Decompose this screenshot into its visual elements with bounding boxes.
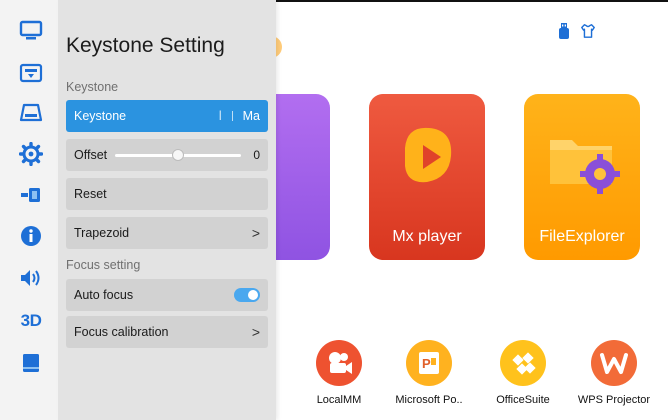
dock-label-wps-projector: WPS Projector [577,394,651,406]
keystone-row-label: Keystone [74,109,127,123]
offset-label: Offset [74,148,108,162]
book-icon[interactable] [18,350,44,376]
keystone-mode-right: Ma [242,109,260,123]
input-source-icon[interactable] [18,100,44,126]
auto-focus-label: Auto focus [74,288,134,302]
trapezoid-label: Trapezoid [74,226,130,240]
projector-icon[interactable] [18,60,44,86]
panel-title: Keystone Setting [66,34,225,57]
tile-label: FileExplorer [539,228,625,245]
offset-slider-knob[interactable] [172,148,185,161]
dock-label-localmm: LocalMM [316,394,362,406]
mx-player-icon [405,127,452,183]
offset-slider[interactable] [115,148,242,161]
keystone-mode-left: l [218,109,222,123]
keystone-setting-panel: Keystone Setting Keystone Keystone l Ma … [58,0,276,420]
connect-icon[interactable] [18,182,44,208]
mode-separator [231,111,233,121]
shirt-icon [581,24,595,38]
offset-value: 0 [253,148,260,162]
usb-icon [559,23,569,39]
section-label-keystone: Keystone [66,80,119,94]
left-rail: 3D [0,0,58,420]
dock-label-powerpoint: Microsoft Po.. [395,394,463,406]
dock-label-officesuite: OfficeSuite [496,394,550,406]
auto-focus-toggle[interactable] [234,288,260,302]
svg-text:P: P [422,356,431,371]
focus-calibration-row[interactable]: Focus calibration > [66,316,268,348]
keystone-mode-row[interactable]: Keystone l Ma [66,100,268,132]
offset-row[interactable]: Offset 0 [66,139,268,171]
trapezoid-row[interactable]: Trapezoid > [66,217,268,249]
status-bar [556,22,596,40]
volume-icon[interactable] [18,265,44,291]
wps-projector-icon[interactable] [591,340,637,386]
reset-row[interactable]: Reset [66,178,268,210]
display-icon[interactable] [18,18,44,44]
auto-focus-row[interactable]: Auto focus [66,279,268,311]
keystone-mode-selector[interactable]: l Ma [219,109,260,123]
tile-mx-player[interactable]: Mx player [369,94,485,260]
folder-gear-icon [550,140,620,194]
settings-gear-icon[interactable] [18,141,44,167]
3d-icon[interactable]: 3D [18,308,44,334]
tile-label: Mx player [392,228,462,245]
officesuite-icon[interactable] [500,340,546,386]
chevron-right-icon: > [251,225,260,241]
section-label-focus: Focus setting [66,258,141,272]
localmm-icon[interactable] [316,340,362,386]
info-icon[interactable] [18,223,44,249]
microsoft-powerpoint-icon[interactable]: P [406,340,452,386]
reset-label: Reset [74,187,107,201]
tile-file-explorer[interactable]: FileExplorer [524,94,640,260]
chevron-right-icon: > [251,324,260,340]
focus-calibration-label: Focus calibration [74,325,169,339]
